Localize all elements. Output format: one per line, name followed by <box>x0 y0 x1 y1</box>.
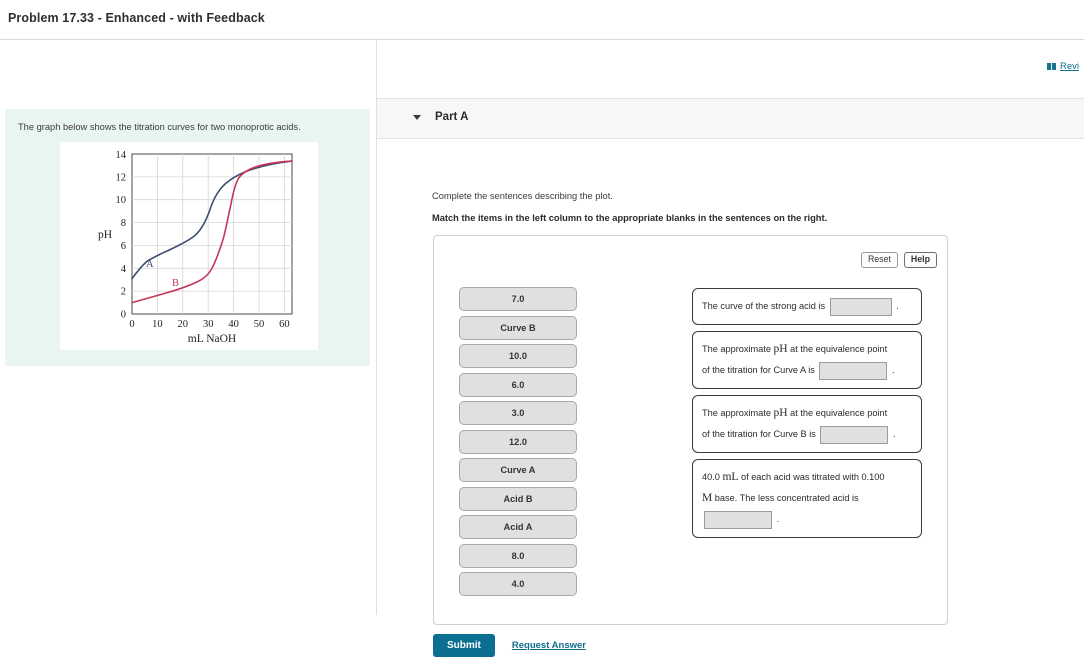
sentence-text: of each acid was titrated with 0.100 <box>738 472 885 482</box>
sentence-text: . <box>776 514 780 524</box>
svg-text:2: 2 <box>121 287 126 298</box>
submit-row: Submit Request Answer <box>433 634 586 657</box>
titration-chart: 14 12 10 8 6 4 2 0 pH 0 10 20 30 40 50 6… <box>98 150 293 345</box>
help-button[interactable]: Help <box>903 252 937 268</box>
curve-b-label: B <box>172 278 179 289</box>
draggable-token[interactable]: Curve A <box>459 458 577 482</box>
answer-pane: Revi Part A Complete the sentences descr… <box>377 41 1084 657</box>
token-bank: 7.0 Curve B 10.0 6.0 3.0 12.0 Curve A Ac… <box>459 287 577 596</box>
answer-blank[interactable] <box>820 425 889 444</box>
draggable-token[interactable]: Curve B <box>459 315 577 340</box>
review-link-label: Revi <box>1059 61 1079 72</box>
page-title: Problem 17.33 - Enhanced - with Feedback <box>8 11 265 25</box>
titration-figure: 14 12 10 8 6 4 2 0 pH 0 10 20 30 40 50 6… <box>60 142 318 350</box>
sentence-text: The approximate <box>702 408 774 418</box>
sentence-text: at the equivalence point <box>787 344 888 354</box>
svg-text:20: 20 <box>178 319 189 330</box>
sentence-equivalence-ph-curve-b: The approximate pH at the equivalence po… <box>692 395 922 453</box>
svg-text:mL NaOH: mL NaOH <box>188 333 236 345</box>
workspace-toolbar: Reset Help <box>860 252 937 268</box>
sentence-text: The curve of the strong acid is <box>702 301 826 311</box>
draggable-token[interactable]: Acid B <box>459 486 577 511</box>
instruction-secondary: Match the items in the left column to th… <box>432 213 828 223</box>
sentence-text: . <box>896 301 899 311</box>
svg-text:30: 30 <box>203 319 214 330</box>
svg-text:10: 10 <box>152 319 163 330</box>
svg-text:4: 4 <box>121 264 127 275</box>
ml-symbol: mL <box>722 471 739 483</box>
svg-text:8: 8 <box>121 218 126 229</box>
book-icon <box>1046 63 1056 70</box>
question-prompt-text: The graph below shows the titration curv… <box>18 122 301 132</box>
svg-text:0: 0 <box>129 319 134 330</box>
sentence-equivalence-ph-curve-a: The approximate pH at the equivalence po… <box>692 331 922 389</box>
svg-text:0: 0 <box>121 310 126 321</box>
sentence-list: The curve of the strong acid is . The ap… <box>692 288 922 538</box>
sentence-text: . <box>893 429 896 439</box>
sentence-text: . <box>891 365 895 375</box>
svg-text:14: 14 <box>116 150 127 161</box>
svg-text:40: 40 <box>228 319 239 330</box>
submit-button[interactable]: Submit <box>433 634 495 657</box>
instruction-primary: Complete the sentences describing the pl… <box>432 191 613 201</box>
reset-button[interactable]: Reset <box>860 252 898 268</box>
curve-a-label: A <box>146 259 154 270</box>
draggable-token[interactable]: 8.0 <box>459 543 577 568</box>
svg-text:12: 12 <box>116 172 127 183</box>
request-answer-link[interactable]: Request Answer <box>512 640 586 651</box>
question-pane: The graph below shows the titration curv… <box>0 41 376 615</box>
svg-text:60: 60 <box>279 319 290 330</box>
part-title: Part A <box>435 111 469 123</box>
draggable-token[interactable]: 10.0 <box>459 344 577 368</box>
svg-text:10: 10 <box>116 195 127 206</box>
draggable-token[interactable]: Acid A <box>459 515 577 539</box>
answer-blank[interactable] <box>819 361 888 380</box>
answer-blank[interactable] <box>829 297 892 316</box>
window-titlebar: Problem 17.33 - Enhanced - with Feedback <box>0 0 1084 40</box>
draggable-token[interactable]: 4.0 <box>459 572 577 596</box>
svg-text:50: 50 <box>254 319 265 330</box>
answer-blank[interactable] <box>704 510 772 529</box>
molarity-symbol: M <box>702 492 713 504</box>
chevron-down-icon[interactable] <box>413 115 421 120</box>
svg-text:6: 6 <box>121 241 126 252</box>
sentence-text: of the titration for Curve B is <box>702 429 816 439</box>
sentence-strong-acid-curve: The curve of the strong acid is . <box>692 288 922 325</box>
draggable-token[interactable]: 12.0 <box>459 429 577 454</box>
ph-symbol: pH <box>773 407 788 419</box>
sentence-less-concentrated-acid: 40.0 mL of each acid was titrated with 0… <box>692 459 922 538</box>
sentence-text: of the titration for Curve A is <box>702 365 815 375</box>
sentence-text: The approximate <box>702 344 774 354</box>
sentence-text: at the equivalence point <box>787 408 888 418</box>
sentence-text: 40.0 <box>702 472 723 482</box>
matching-workspace: Reset Help 7.0 Curve B 10.0 6.0 3.0 12.0… <box>433 235 948 625</box>
sentence-text: base. The less concentrated acid is <box>712 493 859 503</box>
draggable-token[interactable]: 7.0 <box>459 287 577 311</box>
svg-text:pH: pH <box>98 229 112 241</box>
part-header[interactable]: Part A <box>377 98 1084 139</box>
question-panel: The graph below shows the titration curv… <box>5 109 370 366</box>
draggable-token[interactable]: 6.0 <box>459 372 577 397</box>
draggable-token[interactable]: 3.0 <box>459 401 577 425</box>
review-link[interactable]: Revi <box>1046 61 1079 72</box>
ph-symbol: pH <box>773 343 788 355</box>
